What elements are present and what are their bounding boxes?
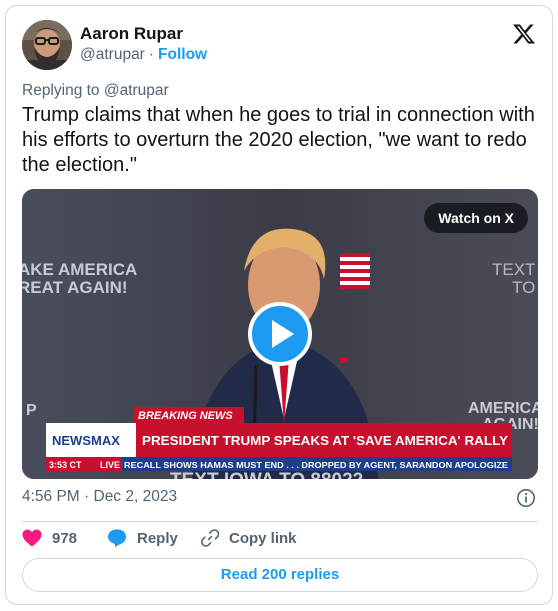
- backdrop-text-left-2: REAT AGAIN!: [22, 278, 128, 297]
- like-count: 978: [52, 529, 78, 547]
- tweet-timestamp[interactable]: 4:56 PM · Dec 2, 2023: [22, 488, 177, 506]
- reply-label: Reply: [137, 529, 178, 547]
- chyron-headline: PRESIDENT TRUMP SPEAKS AT 'SAVE AMERICA'…: [142, 433, 508, 448]
- author-name[interactable]: Aaron Rupar: [80, 24, 183, 44]
- avatar-photo: [22, 20, 72, 70]
- play-icon: [272, 320, 294, 348]
- read-replies-button[interactable]: Read 200 replies: [22, 558, 538, 592]
- chyron-time: 3:53 CT: [49, 460, 82, 470]
- backdrop-text-right-2: TO: [512, 278, 535, 297]
- heart-icon: [22, 529, 42, 547]
- author-handle[interactable]: @atrupar: [80, 46, 145, 63]
- author-avatar[interactable]: [22, 20, 72, 70]
- watch-on-x-button[interactable]: Watch on X: [424, 203, 528, 233]
- tweet-embed-card: Aaron Rupar @atrupar · Follow Replying to …: [5, 5, 553, 605]
- backdrop-text-right-1: TEXT: [492, 260, 535, 279]
- x-logo-icon[interactable]: [512, 22, 536, 46]
- author-handle-row: @atrupar · Follow: [80, 46, 207, 64]
- reply-bubble-icon: [108, 529, 126, 547]
- play-button[interactable]: [248, 302, 312, 366]
- link-icon: [201, 529, 219, 547]
- tweet-text: Trump claims that when he goes to trial …: [22, 104, 535, 176]
- chyron-live: LIVE: [100, 460, 120, 470]
- chyron-breaking-label: BREAKING NEWS: [138, 410, 233, 422]
- copy-link-button[interactable]: Copy link: [201, 527, 297, 549]
- info-icon[interactable]: [516, 488, 536, 508]
- follow-button[interactable]: Follow: [158, 46, 207, 63]
- replying-to: Replying to @atrupar: [22, 82, 169, 99]
- copy-link-label: Copy link: [229, 529, 297, 547]
- chyron-network-logo: NEWSMAX: [52, 433, 120, 448]
- backdrop-text-right-lower-1: AMERICA: [468, 400, 538, 417]
- like-button[interactable]: 978: [22, 527, 77, 549]
- separator-dot: ·: [148, 46, 155, 63]
- backdrop-text-left-1: AKE AMERICA: [22, 260, 137, 279]
- video-player[interactable]: AKE AMERICA REAT AGAIN! TEXT TO AMERICA …: [22, 189, 538, 479]
- divider: [22, 521, 538, 522]
- reply-button[interactable]: Reply: [107, 527, 178, 549]
- chyron-ticker: RECALL SHOWS HAMAS MUST END . . . DROPPE…: [124, 460, 508, 470]
- backdrop-text-bottom: TEXT IOWA TO 88022: [170, 470, 363, 479]
- flag-graphic: [340, 253, 370, 289]
- backdrop-text-p: P: [26, 402, 37, 419]
